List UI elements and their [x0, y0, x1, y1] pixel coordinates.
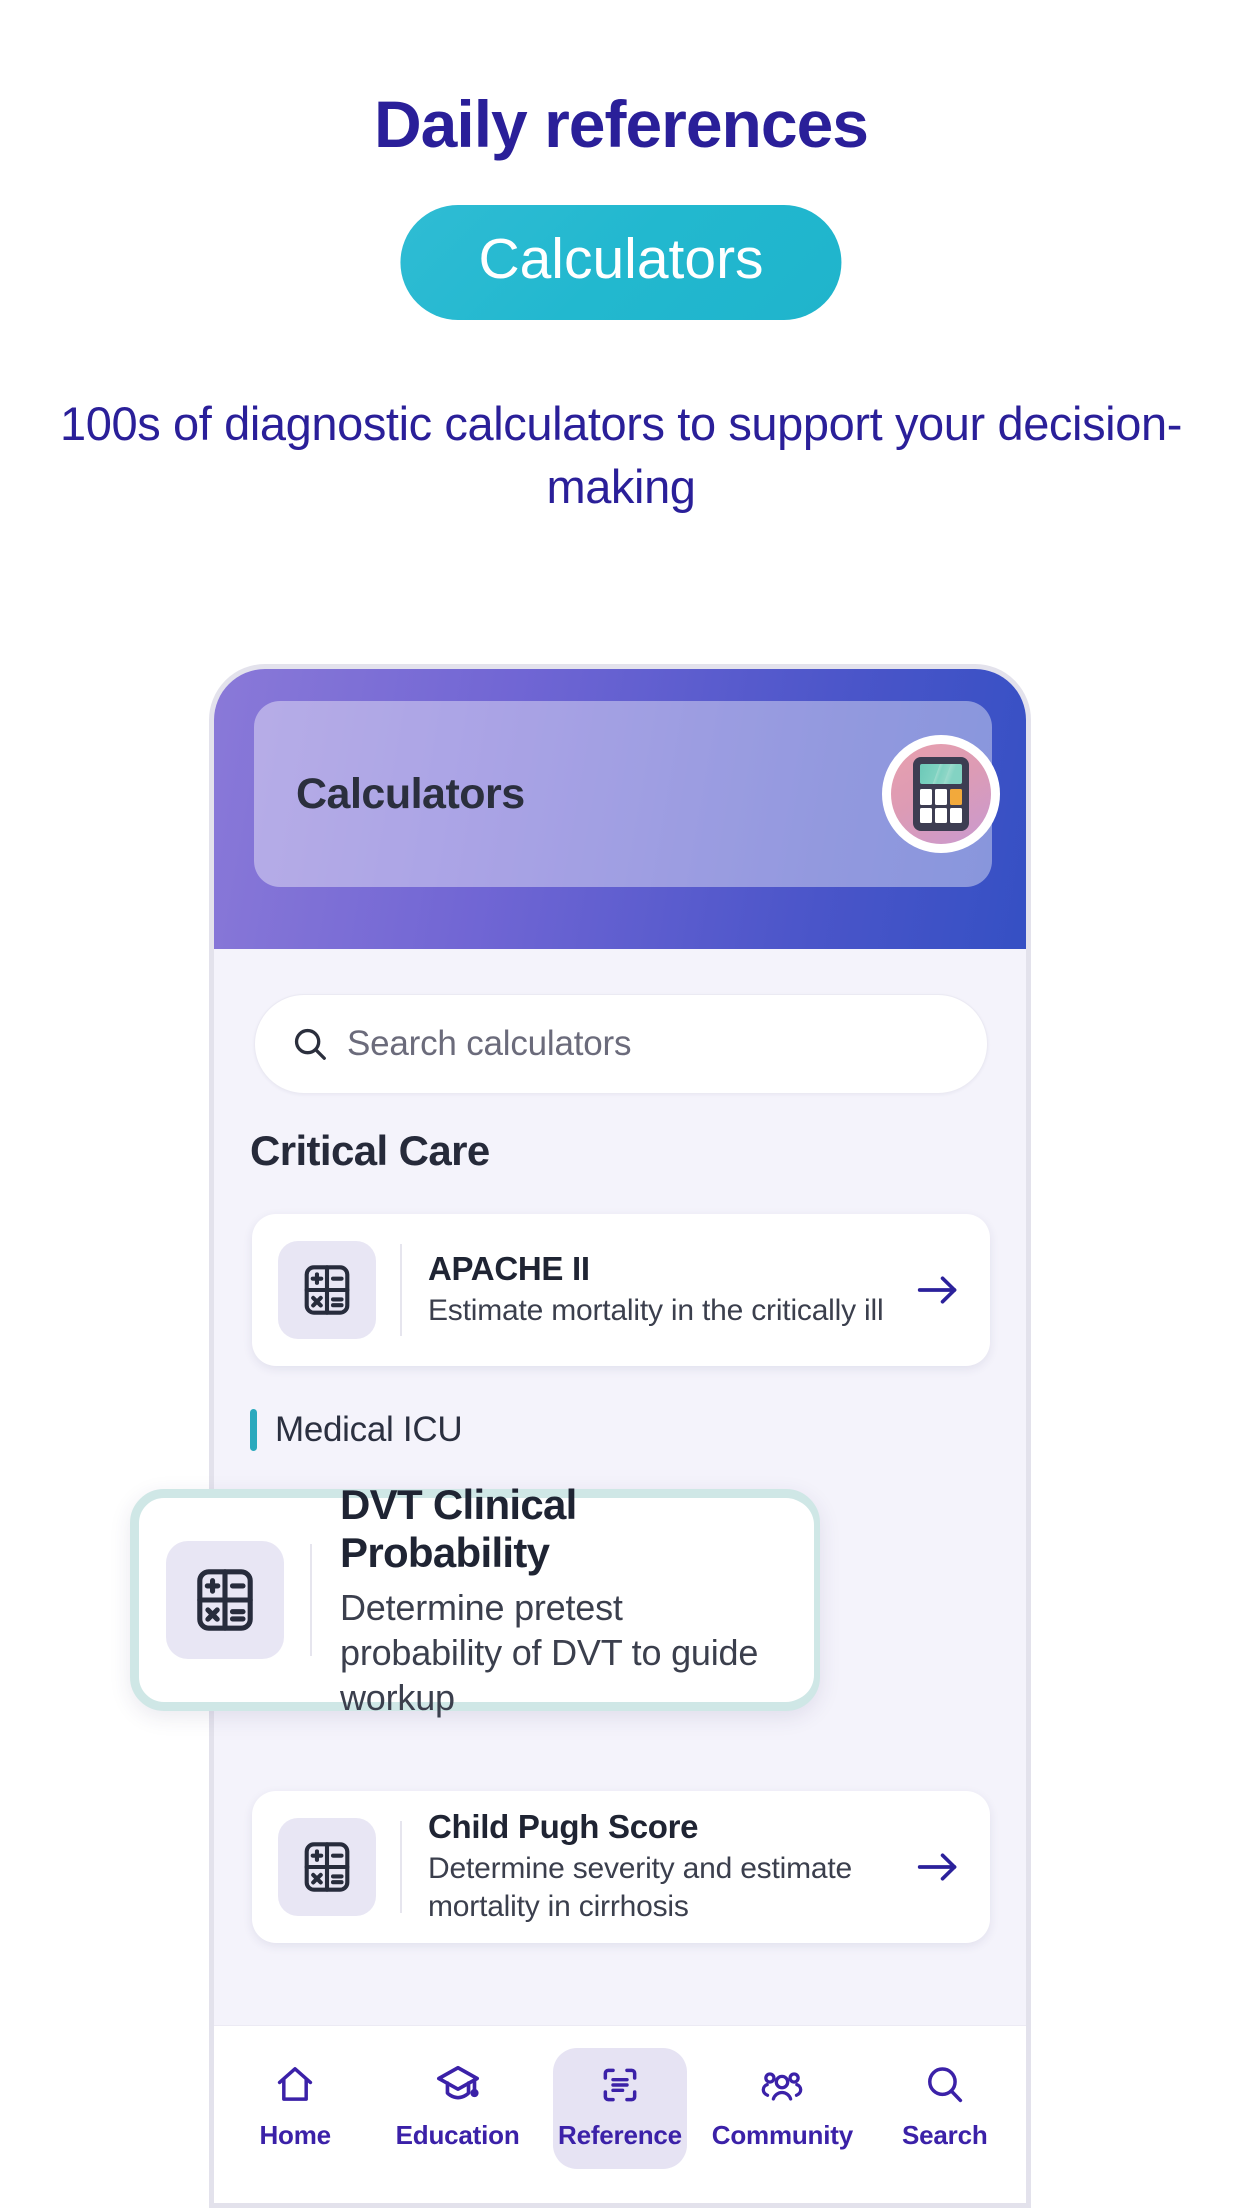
nav-label: Reference	[558, 2120, 682, 2150]
arrow-right-icon[interactable]	[910, 1273, 960, 1307]
app-header: Calculators	[214, 669, 1026, 949]
card-description: Determine pretest probability of DVT to …	[340, 1586, 759, 1718]
nav-item-education[interactable]: Education	[391, 2048, 525, 2169]
nav-item-search[interactable]: Search	[878, 2048, 1012, 2169]
card-text: DVT Clinical Probability Determine prete…	[340, 1481, 784, 1720]
graduation-cap-icon	[435, 2062, 481, 2108]
calculator-card-apache[interactable]: APACHE II Estimate mortality in the crit…	[252, 1214, 990, 1366]
card-divider	[400, 1244, 402, 1336]
nav-label: Education	[395, 2120, 520, 2150]
phone-mockup: Calculators Search calculators Critical …	[209, 664, 1031, 2208]
nav-label: Search	[901, 2120, 988, 2150]
promo-subtitle: 100s of diagnostic calculators to suppor…	[60, 397, 1182, 513]
calculator-icon	[166, 1541, 284, 1659]
calculator-icon	[278, 1818, 376, 1916]
subcategory-accent-bar	[250, 1409, 257, 1451]
nav-label: Community	[711, 2120, 853, 2150]
subcategory-label: Medical ICU	[275, 1410, 463, 1449]
calculator-icon	[278, 1241, 376, 1339]
card-title: Child Pugh Score	[428, 1808, 699, 1846]
document-scan-icon	[598, 2062, 642, 2108]
card-description: Estimate mortality in the critically ill	[428, 1294, 884, 1328]
card-divider	[310, 1544, 312, 1656]
card-text: Child Pugh Score Determine severity and …	[428, 1808, 910, 1926]
search-input[interactable]: Search calculators	[254, 994, 988, 1094]
header-title: Calculators	[296, 769, 525, 818]
header-title-card: Calculators	[254, 701, 1000, 887]
home-icon	[273, 2062, 317, 2108]
bottom-navigation: Home Education Reference Community Searc…	[214, 2025, 1026, 2203]
subcategory-medical-icu: Medical ICU	[250, 1409, 463, 1451]
page-title: Daily references	[374, 87, 869, 161]
search-icon	[291, 1025, 329, 1063]
app-screen: Calculators Search calculators Critical …	[214, 669, 1026, 2203]
highlighted-calculator-card-dvt[interactable]: DVT Clinical Probability Determine prete…	[130, 1481, 820, 1718]
nav-item-community[interactable]: Community	[712, 2048, 853, 2169]
calculator-icon	[882, 735, 1000, 853]
calculator-card-child-pugh[interactable]: Child Pugh Score Determine severity and …	[252, 1791, 990, 1943]
nav-label: Home	[259, 2120, 331, 2150]
search-placeholder: Search calculators	[347, 1024, 632, 1063]
search-icon	[923, 2062, 967, 2108]
card-description: Determine severity and estimate mortalit…	[428, 1852, 852, 1923]
nav-item-home[interactable]: Home	[228, 2048, 362, 2169]
people-group-icon	[758, 2062, 806, 2108]
section-heading: Critical Care	[250, 1127, 490, 1174]
promo-page: Daily references Calculators 100s of dia…	[0, 0, 1242, 2208]
card-title: DVT Clinical Probability	[340, 1480, 577, 1576]
promo-pill-badge: Calculators	[400, 205, 842, 320]
card-divider	[400, 1821, 402, 1913]
card-title: APACHE II	[428, 1250, 590, 1288]
card-text: APACHE II Estimate mortality in the crit…	[428, 1250, 910, 1330]
arrow-right-icon[interactable]	[910, 1850, 960, 1884]
nav-item-reference[interactable]: Reference	[552, 2048, 687, 2169]
